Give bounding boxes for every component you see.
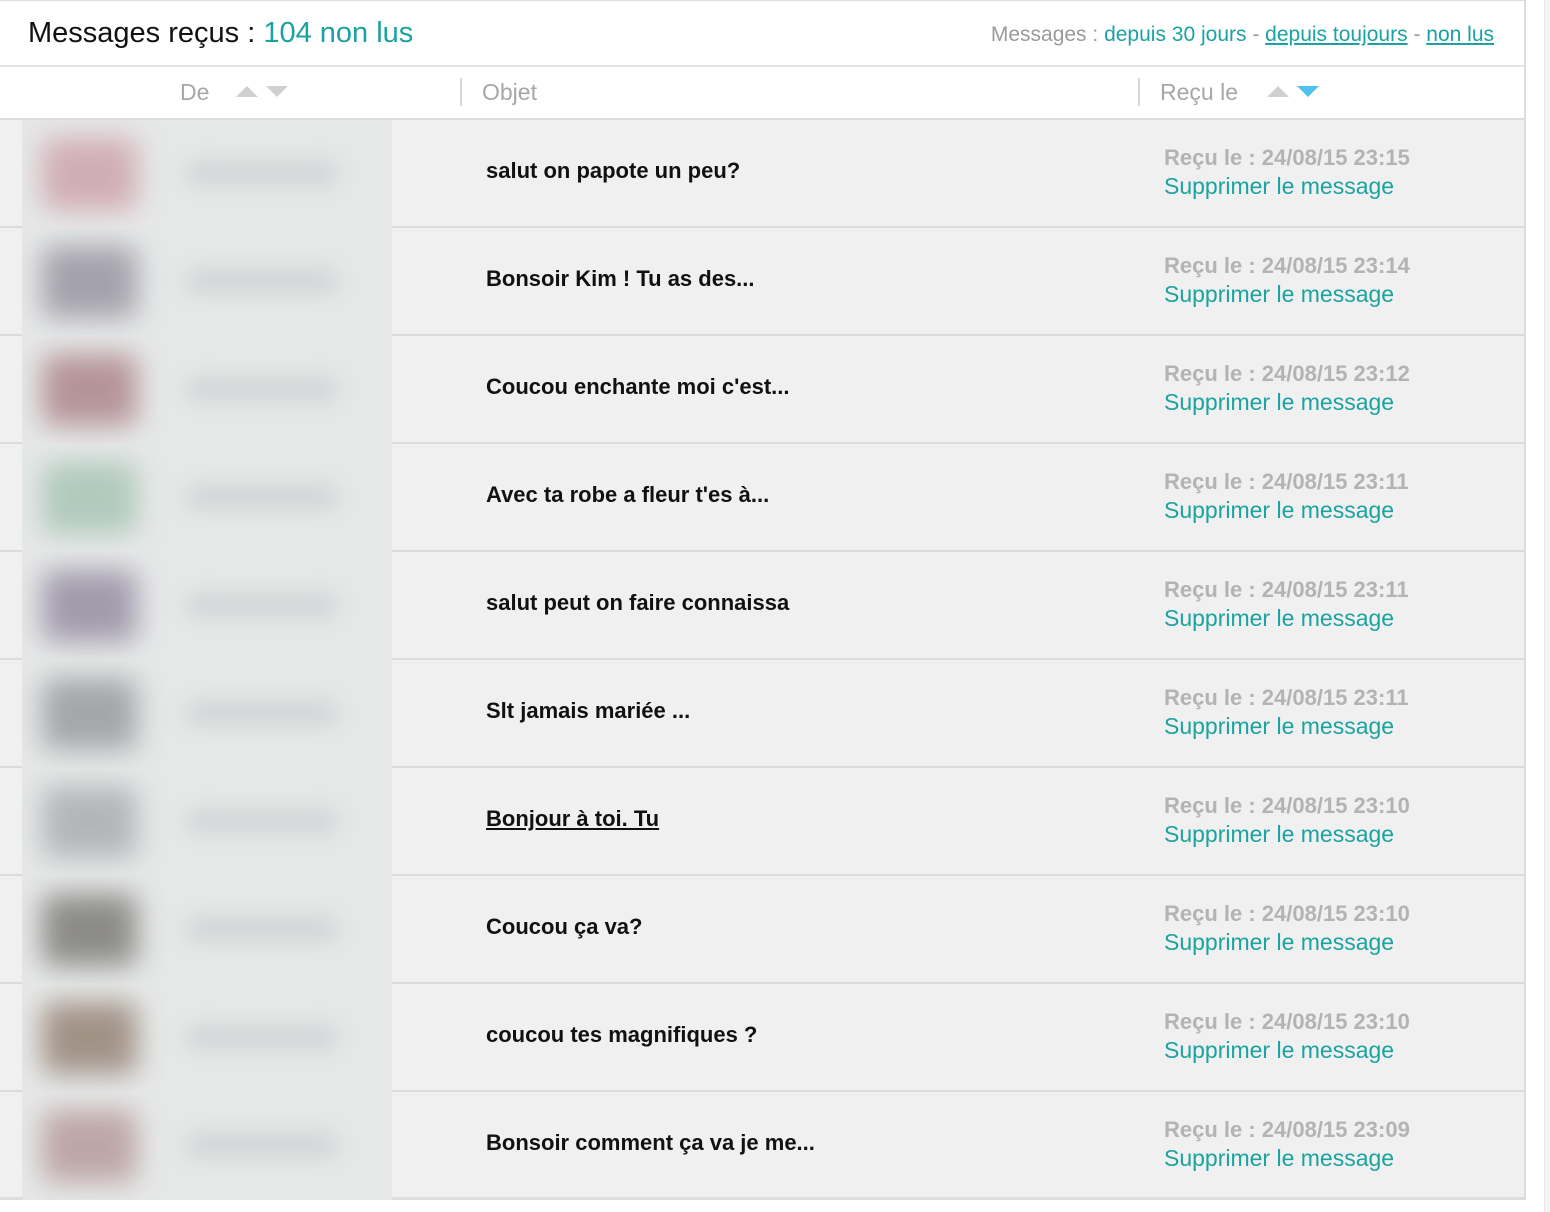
title-bar: Messages reçus : 104 non lus Messages : … <box>0 0 1524 66</box>
sender-name[interactable] <box>187 1026 337 1048</box>
delete-message-link[interactable]: Supprimer le message <box>1164 281 1394 308</box>
sender-cell[interactable] <box>22 336 392 444</box>
received-date: Reçu le : 24/08/15 23:14 <box>1164 253 1410 278</box>
received-date: Reçu le : 24/08/15 23:11 <box>1164 577 1409 602</box>
message-subject-link[interactable]: Coucou ça va? <box>486 914 642 940</box>
column-subject: Objet <box>482 79 537 105</box>
delete-message-link[interactable]: Supprimer le message <box>1164 1145 1394 1172</box>
message-subject-link[interactable]: salut peut on faire connaissa <box>486 590 789 616</box>
received-date: Reçu le : 24/08/15 23:09 <box>1164 1117 1410 1142</box>
sort-from-asc-icon[interactable] <box>236 86 258 97</box>
received-date: Reçu le : 24/08/15 23:10 <box>1164 1009 1410 1034</box>
message-row[interactable]: Bonjour à toi. Tu Reçu le : 24/08/15 23:1… <box>0 768 1524 876</box>
message-subject-link[interactable]: salut on papote un peu? <box>486 158 740 184</box>
message-row[interactable]: salut peut on faire connaissa Reçu le : 2… <box>0 552 1524 660</box>
sender-cell[interactable] <box>22 984 392 1092</box>
sender-name[interactable] <box>187 594 337 616</box>
message-row[interactable]: Bonsoir Kim ! Tu as des... Reçu le : 24/0… <box>0 228 1524 336</box>
avatar[interactable] <box>42 786 137 858</box>
message-row[interactable]: coucou tes magnifiques ? Reçu le : 24/08/… <box>0 984 1524 1092</box>
delete-message-link[interactable]: Supprimer le message <box>1164 929 1394 956</box>
message-row[interactable]: Coucou ça va? Reçu le : 24/08/15 23:10 Sup… <box>0 876 1524 984</box>
message-list: salut on papote un peu? Reçu le : 24/08/1… <box>0 120 1524 1200</box>
message-row[interactable]: salut on papote un peu? Reçu le : 24/08/1… <box>0 120 1524 228</box>
message-row[interactable]: Coucou enchante moi c'est... Reçu le : 24… <box>0 336 1524 444</box>
message-subject-link[interactable]: Avec ta robe a fleur t'es à... <box>486 482 769 508</box>
filter-30-days-link[interactable]: depuis 30 jours <box>1104 23 1246 46</box>
delete-message-link[interactable]: Supprimer le message <box>1164 821 1394 848</box>
sender-cell[interactable] <box>22 552 392 660</box>
delete-message-link[interactable]: Supprimer le message <box>1164 173 1394 200</box>
filter-label: Messages : <box>990 23 1105 46</box>
delete-message-link[interactable]: Supprimer le message <box>1164 605 1394 632</box>
filter-separator: - <box>1246 23 1266 46</box>
page-title: Messages reçus : 104 non lus <box>28 17 413 50</box>
column-divider <box>460 78 462 106</box>
message-row[interactable]: Bonsoir comment ça va je me... Reçu le : … <box>0 1092 1524 1200</box>
sender-cell[interactable] <box>22 120 392 228</box>
scrollbar-track[interactable] <box>1544 0 1550 1212</box>
delete-message-link[interactable]: Supprimer le message <box>1164 1037 1394 1064</box>
sender-name[interactable] <box>187 918 337 940</box>
column-received: Reçu le <box>1160 79 1238 105</box>
received-date: Reçu le : 24/08/15 23:10 <box>1164 793 1410 818</box>
message-subject-link[interactable]: Coucou enchante moi c'est... <box>486 374 790 400</box>
sender-name[interactable] <box>187 162 337 184</box>
message-row[interactable]: Avec ta robe a fleur t'es à... Reçu le : … <box>0 444 1524 552</box>
message-subject-link[interactable]: Bonsoir Kim ! Tu as des... <box>486 266 755 292</box>
delete-message-link[interactable]: Supprimer le message <box>1164 389 1394 416</box>
sender-cell[interactable] <box>22 660 392 768</box>
message-subject-link[interactable]: Bonjour à toi. Tu <box>486 806 659 832</box>
sender-name[interactable] <box>187 702 337 724</box>
avatar[interactable] <box>42 678 137 750</box>
avatar[interactable] <box>42 1110 137 1182</box>
received-date: Reçu le : 24/08/15 23:11 <box>1164 685 1409 710</box>
messages-panel: Messages reçus : 104 non lus Messages : … <box>0 0 1526 1200</box>
filter-separator: - <box>1407 23 1427 46</box>
message-row[interactable]: Slt jamais mariée ... Reçu le : 24/08/15 … <box>0 660 1524 768</box>
avatar[interactable] <box>42 1002 137 1074</box>
avatar[interactable] <box>42 570 137 642</box>
sender-name[interactable] <box>187 486 337 508</box>
avatar[interactable] <box>42 894 137 966</box>
delete-message-link[interactable]: Supprimer le message <box>1164 713 1394 740</box>
unread-count: 104 non lus <box>263 17 414 49</box>
sender-cell[interactable] <box>22 1092 392 1200</box>
sender-cell[interactable] <box>22 768 392 876</box>
sort-received-desc-icon[interactable] <box>1297 86 1319 97</box>
avatar[interactable] <box>42 138 137 210</box>
received-date: Reçu le : 24/08/15 23:12 <box>1164 361 1410 386</box>
avatar[interactable] <box>42 246 137 318</box>
sort-from-desc-icon[interactable] <box>266 86 288 97</box>
sender-cell[interactable] <box>22 876 392 984</box>
message-subject-link[interactable]: Bonsoir comment ça va je me... <box>486 1130 815 1156</box>
avatar[interactable] <box>42 354 137 426</box>
sender-name[interactable] <box>187 810 337 832</box>
filter-all-time-link[interactable]: depuis toujours <box>1265 23 1407 46</box>
sender-name[interactable] <box>187 1134 337 1156</box>
sort-received-asc-icon[interactable] <box>1267 86 1289 97</box>
message-subject-link[interactable]: Slt jamais mariée ... <box>486 698 690 724</box>
sender-name[interactable] <box>187 270 337 292</box>
column-divider <box>1138 78 1140 106</box>
message-filters: Messages : depuis 30 jours - depuis touj… <box>991 23 1494 47</box>
sender-cell[interactable] <box>22 228 392 336</box>
avatar[interactable] <box>42 462 137 534</box>
column-header: De Objet Reçu le <box>0 66 1524 120</box>
sender-cell[interactable] <box>22 444 392 552</box>
message-subject-link[interactable]: coucou tes magnifiques ? <box>486 1022 757 1048</box>
column-from: De <box>180 79 210 105</box>
delete-message-link[interactable]: Supprimer le message <box>1164 497 1394 524</box>
title-prefix: Messages reçus : <box>28 17 264 49</box>
received-date: Reçu le : 24/08/15 23:11 <box>1164 469 1409 494</box>
sender-name[interactable] <box>187 378 337 400</box>
received-date: Reçu le : 24/08/15 23:15 <box>1164 145 1410 170</box>
filter-unread-link[interactable]: non lus <box>1426 23 1494 46</box>
received-date: Reçu le : 24/08/15 23:10 <box>1164 901 1410 926</box>
